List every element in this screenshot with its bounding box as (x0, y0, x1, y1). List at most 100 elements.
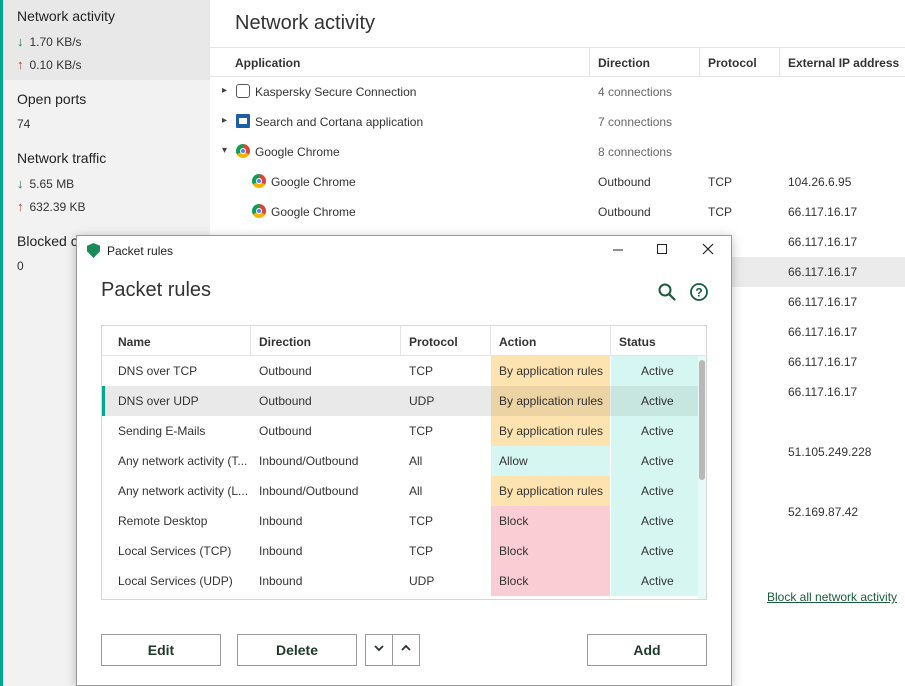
chevron-up-icon (401, 644, 411, 651)
collapse-arrow-icon[interactable]: ▾ (222, 145, 227, 156)
chevron-down-icon (374, 645, 384, 652)
column-divider[interactable] (250, 326, 251, 355)
column-status[interactable]: Status (619, 335, 656, 349)
rule-action[interactable]: Block (491, 536, 610, 566)
chrome-icon (236, 144, 250, 158)
rule-action[interactable]: By application rules (491, 476, 610, 506)
table-row[interactable]: ▸ Search and Cortana application 7 conne… (210, 107, 905, 137)
column-protocol[interactable]: Protocol (409, 335, 458, 349)
expand-arrow-icon[interactable]: ▸ (222, 85, 227, 96)
column-protocol[interactable]: Protocol (708, 56, 757, 70)
rule-action[interactable]: Block (491, 506, 610, 536)
table-row[interactable]: ▾ Google Chrome 8 connections (210, 137, 905, 167)
maximize-button[interactable] (639, 236, 685, 266)
rule-row[interactable]: Any network activity (L... Inbound/Outbou… (102, 476, 706, 506)
close-icon (702, 243, 714, 255)
rule-row[interactable]: DNS over UDP Outbound UDP By application ru… (102, 386, 706, 416)
rule-status[interactable]: Active (611, 536, 698, 566)
column-direction[interactable]: Direction (598, 56, 650, 70)
network-traffic-down: ↓ 5.65 MB (17, 176, 106, 191)
rule-row[interactable]: DNS over TCP Outbound TCP By application ru… (102, 356, 706, 386)
column-divider[interactable] (490, 326, 491, 355)
sidebar-item-open-ports[interactable]: Open ports 74 (17, 91, 86, 131)
column-divider[interactable] (589, 48, 590, 77)
rule-row[interactable]: Any network activity (T... Inbound/Outbou… (102, 446, 706, 476)
rule-direction: Outbound (259, 364, 312, 378)
rule-direction: Outbound (259, 394, 312, 408)
app-name: Google Chrome (271, 205, 356, 219)
rule-protocol: TCP (409, 544, 433, 558)
column-name[interactable]: Name (118, 335, 151, 349)
ip-value: 66.117.16.17 (788, 235, 858, 249)
rule-name: Local Services (UDP) (118, 574, 233, 588)
column-external-ip[interactable]: External IP address (788, 56, 899, 70)
rule-row[interactable]: Sending E-Mails Outbound TCP By application… (102, 416, 706, 446)
network-activity-block[interactable]: Network activity ↓ 1.70 KB/s ↑ 0.10 KB/s (17, 8, 115, 72)
blocked-title: Blocked c (17, 233, 78, 249)
rule-protocol: All (409, 454, 423, 468)
rule-status[interactable]: Active (611, 566, 698, 596)
rule-action[interactable]: By application rules (491, 416, 610, 446)
rule-status[interactable]: Active (611, 506, 698, 536)
packet-rules-table: Name Direction Protocol Action Status DN… (101, 325, 707, 600)
rule-row[interactable]: Remote Desktop Inbound TCP Block Active (102, 506, 706, 536)
connection-count: 4 connections (598, 85, 673, 99)
rule-name: DNS over TCP (118, 364, 198, 378)
page-title: Network activity (235, 12, 376, 34)
table-row[interactable]: Google Chrome Outbound TCP 66.117.16.17 (210, 197, 905, 227)
arrow-up-icon: ↑ (17, 199, 24, 214)
rule-action[interactable]: Allow (491, 446, 610, 476)
delete-button[interactable]: Delete (237, 634, 357, 666)
rule-status[interactable]: Active (611, 386, 698, 416)
rule-row[interactable]: Local Services (UDP) Inbound UDP Block Activ… (102, 566, 706, 596)
app-name: Google Chrome (271, 175, 356, 189)
scrollbar-thumb[interactable] (699, 360, 705, 480)
network-activity-title: Network activity (17, 8, 116, 24)
block-all-network-activity-link[interactable]: Block all network activity (767, 590, 897, 604)
rule-status[interactable]: Active (611, 416, 698, 446)
move-down-button[interactable] (365, 634, 393, 666)
rule-status[interactable]: Active (611, 446, 698, 476)
rule-action[interactable]: By application rules (491, 386, 610, 416)
table-row[interactable]: Google Chrome Outbound TCP 104.26.6.95 (210, 167, 905, 197)
column-divider[interactable] (610, 326, 611, 355)
close-button[interactable] (685, 236, 731, 266)
column-divider[interactable] (400, 326, 401, 355)
rule-action[interactable]: Block (491, 566, 610, 596)
dialog-heading: Packet rules (101, 279, 212, 301)
help-icon[interactable]: ? (689, 282, 709, 302)
ip-value: 52.169.87.42 (788, 505, 859, 519)
protocol-value: TCP (708, 205, 732, 219)
column-action[interactable]: Action (499, 335, 536, 349)
protocol-value: TCP (708, 175, 732, 189)
column-application[interactable]: Application (235, 56, 300, 70)
rule-direction: Inbound (259, 544, 303, 558)
arrow-down-icon: ↓ (17, 176, 24, 191)
connection-count: 7 connections (598, 115, 673, 129)
rule-protocol: All (409, 484, 423, 498)
column-divider[interactable] (779, 48, 780, 77)
rule-row[interactable]: Local Services (TCP) Inbound TCP Block Activ… (102, 536, 706, 566)
sidebar-item-network-traffic[interactable]: Network traffic ↓ 5.65 MB ↑ 632.39 KB (17, 150, 106, 214)
svg-text:?: ? (695, 286, 702, 300)
add-button[interactable]: Add (587, 634, 707, 666)
ip-value: 66.117.16.17 (788, 205, 858, 219)
table-row[interactable]: ▸ Kaspersky Secure Connection 4 connecti… (210, 77, 905, 107)
rule-direction: Inbound/Outbound (259, 484, 359, 498)
edit-button[interactable]: Edit (101, 634, 221, 666)
expand-arrow-icon[interactable]: ▸ (222, 115, 227, 126)
search-icon[interactable] (657, 282, 677, 302)
app-name: Kaspersky Secure Connection (255, 85, 417, 99)
minimize-button[interactable] (595, 236, 641, 266)
rules-scrollbar[interactable] (698, 356, 706, 599)
dialog-titlebar[interactable]: Packet rules (77, 236, 731, 266)
direction-value: Outbound (598, 175, 651, 189)
rule-status[interactable]: Active (611, 476, 698, 506)
move-up-button[interactable] (392, 634, 420, 666)
rule-action[interactable]: By application rules (491, 356, 610, 386)
rule-protocol: TCP (409, 424, 433, 438)
sidebar-item-blocked[interactable]: Blocked c 0 (17, 233, 78, 273)
rule-status[interactable]: Active (611, 356, 698, 386)
column-divider[interactable] (699, 48, 700, 77)
column-direction[interactable]: Direction (259, 335, 311, 349)
